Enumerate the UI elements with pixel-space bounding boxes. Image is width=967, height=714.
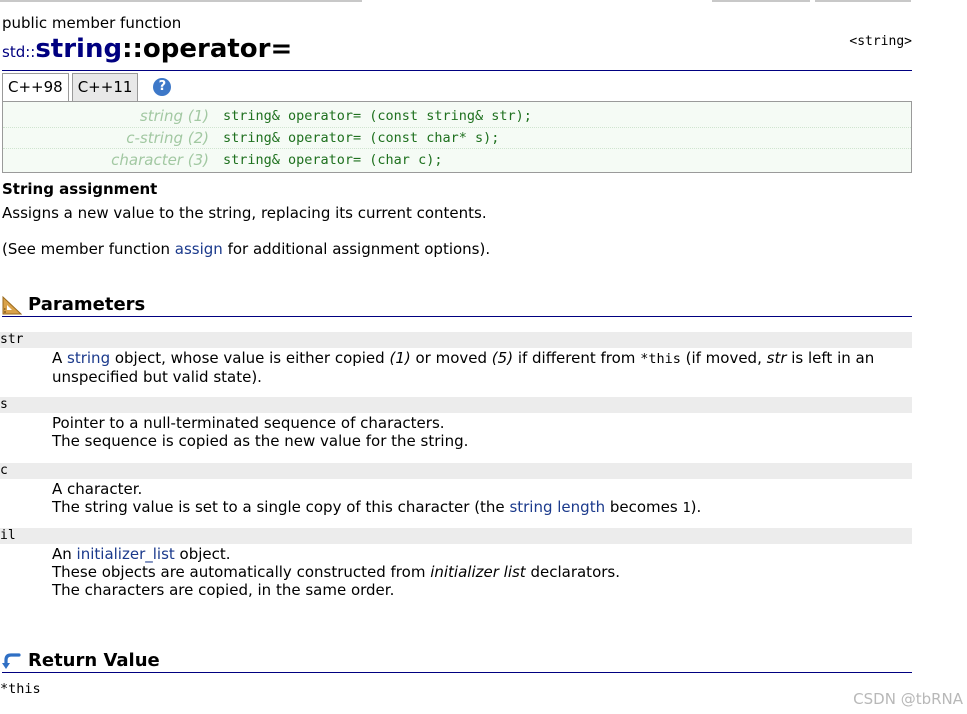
title-class: string bbox=[35, 34, 123, 64]
page-title: std::string::operator= bbox=[2, 34, 292, 64]
text-span: object. bbox=[174, 545, 231, 563]
return-arrow-icon bbox=[2, 652, 21, 669]
code-this: *this bbox=[640, 351, 681, 367]
initializer-list-link[interactable]: initializer_list bbox=[77, 545, 175, 563]
param-desc-il: An initializer_list object. These object… bbox=[52, 545, 912, 599]
header-link[interactable]: <string> bbox=[849, 34, 912, 49]
text-span: The string value is set to a single copy… bbox=[52, 498, 510, 516]
parameters-heading: Parameters bbox=[2, 294, 145, 315]
assign-link[interactable]: assign bbox=[175, 240, 223, 258]
declaration-code: string& operator= (char c); bbox=[223, 151, 443, 168]
param-desc-line: The characters are copied, in the same o… bbox=[52, 581, 395, 599]
param-name-s: s bbox=[0, 397, 912, 413]
return-value-divider bbox=[2, 672, 912, 673]
param-desc-str: A string object, whose value is either c… bbox=[52, 349, 912, 386]
top-edge-button-1[interactable] bbox=[712, 0, 810, 2]
see-also-suffix: for additional assignment options). bbox=[222, 240, 491, 258]
string-length-link[interactable]: string length bbox=[509, 498, 605, 516]
param-desc-line: A string object, whose value is either c… bbox=[52, 349, 912, 368]
text-span: or moved bbox=[410, 349, 492, 367]
see-also-prefix: (See member function bbox=[2, 240, 175, 258]
param-desc-line: The sequence is copied as the new value … bbox=[52, 432, 469, 450]
declaration-row: character (3) string& operator= (char c)… bbox=[3, 149, 911, 171]
param-name-il: il bbox=[0, 528, 912, 544]
parameters-heading-label: Parameters bbox=[28, 294, 146, 315]
text-span: A bbox=[52, 349, 68, 367]
declaration-label: c-string (2) bbox=[126, 128, 209, 147]
emphasis-text: initializer list bbox=[430, 563, 526, 581]
help-icon[interactable]: ? bbox=[153, 78, 172, 96]
declarations-box: string (1) string& operator= (const stri… bbox=[2, 101, 912, 173]
set-square-icon bbox=[2, 295, 22, 314]
param-desc-line: The string value is set to a single copy… bbox=[52, 498, 912, 517]
param-desc-line: Pointer to a null-terminated sequence of… bbox=[52, 414, 445, 432]
text-span: declarators. bbox=[525, 563, 620, 581]
text-span: These objects are automatically construc… bbox=[52, 563, 431, 581]
text-span: object, whose value is either copied bbox=[110, 349, 390, 367]
tab-cpp98[interactable]: C++98 bbox=[2, 73, 69, 102]
return-value-heading-label: Return Value bbox=[28, 650, 160, 671]
param-desc-line: unspecified but valid state). bbox=[52, 368, 262, 386]
text-span: if different from bbox=[513, 349, 641, 367]
param-desc-line: A character. bbox=[52, 480, 143, 498]
return-value-heading: Return Value bbox=[2, 650, 160, 671]
tab-cpp11[interactable]: C++11 bbox=[71, 73, 139, 102]
parameters-divider bbox=[2, 316, 912, 317]
watermark: CSDN @tbRNA bbox=[853, 690, 963, 708]
ref-number: (1) bbox=[389, 349, 411, 367]
ref-number: (5) bbox=[491, 349, 514, 367]
return-value-text: *this bbox=[0, 681, 41, 697]
string-link[interactable]: string bbox=[67, 349, 110, 367]
text-span: An bbox=[52, 545, 77, 563]
declaration-label: character (3) bbox=[111, 150, 209, 169]
text-span: ). bbox=[690, 498, 702, 516]
param-desc-line: These objects are automatically construc… bbox=[52, 563, 912, 581]
declaration-row: string (1) string& operator= (const stri… bbox=[3, 106, 911, 128]
declaration-code: string& operator= (const string& str); bbox=[223, 108, 532, 125]
text-span: becomes bbox=[605, 498, 683, 516]
declaration-code: string& operator= (const char* s); bbox=[223, 129, 500, 146]
param-ref: str bbox=[766, 349, 787, 367]
text-span: (if moved, bbox=[680, 349, 767, 367]
code-number: 1 bbox=[682, 500, 691, 516]
param-name-str: str bbox=[0, 332, 912, 348]
summary-text: Assigns a new value to the string, repla… bbox=[2, 204, 487, 222]
version-tabs: C++98 C++11 ? bbox=[2, 72, 172, 102]
declaration-label: string (1) bbox=[139, 107, 209, 126]
title-namespace: std:: bbox=[2, 43, 36, 61]
top-scroll-edge bbox=[0, 0, 967, 3]
top-edge-button-2[interactable] bbox=[815, 0, 911, 2]
title-divider bbox=[2, 70, 912, 71]
text-span: is left in an bbox=[786, 349, 875, 367]
member-kind: public member function bbox=[2, 14, 182, 32]
param-desc-line: An initializer_list object. bbox=[52, 545, 912, 563]
param-desc-c: A character. The string value is set to … bbox=[52, 480, 912, 517]
top-edge-left bbox=[0, 0, 362, 2]
title-operator: ::operator= bbox=[122, 34, 293, 64]
declaration-row: c-string (2) string& operator= (const ch… bbox=[3, 128, 911, 149]
see-also-text: (See member function assign for addition… bbox=[2, 240, 490, 258]
param-desc-s: Pointer to a null-terminated sequence of… bbox=[52, 414, 912, 450]
summary-title: String assignment bbox=[2, 180, 158, 198]
param-name-c: c bbox=[0, 463, 912, 479]
